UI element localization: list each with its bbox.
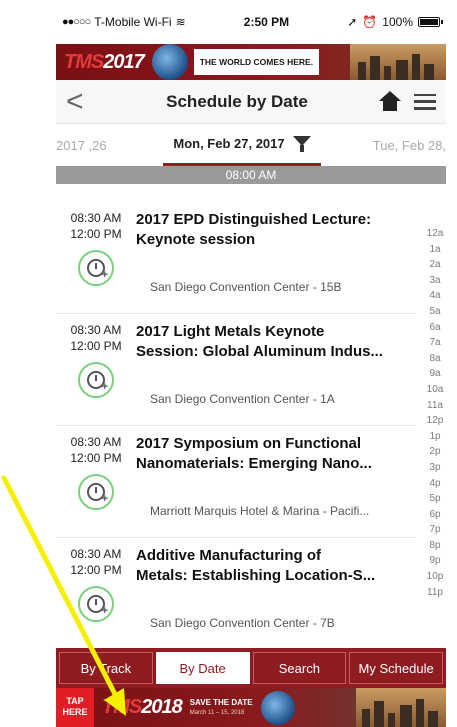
session-location: Marriott Marquis Hotel & Marina - Pacifi… [150,504,370,518]
hour-index-item[interactable]: 6a [424,320,446,336]
globe-icon [151,44,188,80]
add-reminder-button[interactable]: + [78,474,114,510]
signal-icon: ●●○○○ [62,16,91,28]
session-location: San Diego Convention Center - 15B [150,280,342,294]
save-the-date-text: SAVE THE DATE March 11 – 15, 2018 [189,697,253,716]
globe-icon [260,690,295,725]
tab-search[interactable]: Search [252,652,347,684]
hour-index-item[interactable]: 9a [424,366,446,382]
hour-index-item[interactable]: 1a [424,242,446,258]
hour-index-item[interactable]: 9p [424,553,446,569]
session-end-time: 12:00 PM [70,563,122,577]
session-row[interactable]: 08:30 AM 12:00 PM + 2017 Symposium on Fu… [56,426,416,538]
hour-index-item[interactable]: 4a [424,288,446,304]
city-skyline-image [356,688,446,727]
tms2017-logo: TMS2017 [64,50,145,73]
page-title: Schedule by Date [166,91,308,111]
home-icon[interactable] [378,90,402,113]
hour-index-item[interactable]: 7a [424,335,446,351]
hour-index-item[interactable]: 4p [424,476,446,492]
carrier-label: T-Mobile Wi-Fi [94,15,172,29]
session-row[interactable]: 08:30 AM 12:00 PM + Additive Manufacturi… [56,538,416,650]
wifi-icon: ≋ [175,15,186,29]
phone-screen: ●●○○○ T-Mobile Wi-Fi ≋ 2:50 PM ➚ ⏰ 100% … [56,0,446,727]
hamburger-menu-icon[interactable] [414,93,436,110]
hour-index-item[interactable]: 5p [424,491,446,507]
session-end-time: 12:00 PM [70,339,122,353]
session-title: 2017 EPD Distinguished Lecture: Keynote … [136,211,372,248]
hour-index-item[interactable]: 12p [424,413,446,429]
session-end-time: 12:00 PM [70,227,122,241]
hour-index-item[interactable]: 8a [424,351,446,367]
session-title: 2017 Light Metals Keynote Session: Globa… [136,323,383,360]
add-reminder-button[interactable]: + [78,250,114,286]
session-start-time: 08:30 AM [70,211,122,225]
date-selector: 26, 2017 Mon, Feb 27, 2017 Tue, Feb 28, [56,124,446,166]
tab-my-schedule[interactable]: My Schedule [349,652,443,684]
hour-index-item[interactable]: 7p [424,522,446,538]
hour-index-item[interactable]: 2a [424,257,446,273]
hour-index-item[interactable]: 8p [424,538,446,554]
filter-icon[interactable] [292,135,311,152]
bottom-tab-bar: By Track By Date Search My Schedule [56,648,446,688]
city-skyline-image [350,44,446,80]
session-row[interactable]: 08:30 AM 12:00 PM + 2017 EPD Distinguish… [56,202,416,314]
current-date-label: Mon, Feb 27, 2017 [173,136,285,151]
hour-index-item[interactable]: 1p [424,429,446,445]
session-start-time: 08:30 AM [70,547,122,561]
hour-index-item[interactable]: 3a [424,273,446,289]
navigation-bar: < Schedule by Date [56,80,446,124]
session-list: 08:30 AM 12:00 PM + 2017 EPD Distinguish… [56,202,416,650]
hour-index-item[interactable]: 2p [424,444,446,460]
time-section-header: 08:00 AM [56,166,446,184]
banner-tagline: THE WORLD COMES HERE. [193,49,320,75]
bottom-ad-banner[interactable]: TAP HERE TMS2018 SAVE THE DATE March 11 … [56,688,446,727]
add-reminder-button[interactable]: + [78,586,114,622]
battery-percent: 100% [382,15,413,29]
hour-index-item[interactable]: 12a [424,226,446,242]
add-reminder-button[interactable]: + [78,362,114,398]
hour-index-item[interactable]: 11p [424,585,446,601]
session-location: San Diego Convention Center - 7B [150,616,335,630]
tap-here-badge[interactable]: TAP HERE [56,688,94,727]
session-end-time: 12:00 PM [70,451,122,465]
session-title: 2017 Symposium on Functional Nanomateria… [136,435,372,472]
session-row[interactable]: 08:30 AM 12:00 PM + 2017 Light Metals Ke… [56,314,416,426]
session-start-time: 08:30 AM [70,435,122,449]
clock-time: 2:50 PM [243,15,290,29]
session-title: Additive Manufacturing of Metals: Establ… [136,547,376,584]
tab-by-track[interactable]: By Track [59,652,153,684]
hour-index-item[interactable]: 6p [424,507,446,523]
top-ad-banner[interactable]: TMS2017 THE WORLD COMES HERE. [56,44,446,80]
hour-index-item[interactable]: 10a [424,382,446,398]
location-arrow-icon: ➚ [347,15,358,29]
battery-icon [418,17,443,27]
next-date-tab[interactable]: Tue, Feb 28, [358,138,446,153]
hour-index-item[interactable]: 10p [424,569,446,585]
current-date-tab[interactable]: Mon, Feb 27, 2017 [163,124,321,166]
session-start-time: 08:30 AM [70,323,122,337]
back-button[interactable]: < [66,86,96,117]
hour-index-scrubber[interactable]: 12a 1a 2a 3a 4a 5a 6a 7a 8a 9a 10a 11a 12p 1p 2p 3p 4p 5p… [424,226,446,600]
session-location: San Diego Convention Center - 1A [150,392,335,406]
hour-index-item[interactable]: 11a [424,398,446,414]
tms2018-logo: TMS2018 [102,696,183,718]
hour-index-item[interactable]: 5a [424,304,446,320]
previous-date-tab[interactable]: 26, 2017 [56,138,126,153]
hour-index-item[interactable]: 3p [424,460,446,476]
status-bar: ●●○○○ T-Mobile Wi-Fi ≋ 2:50 PM ➚ ⏰ 100% [56,0,446,44]
tab-by-date[interactable]: By Date [155,652,250,684]
alarm-status-icon: ⏰ [362,15,378,29]
